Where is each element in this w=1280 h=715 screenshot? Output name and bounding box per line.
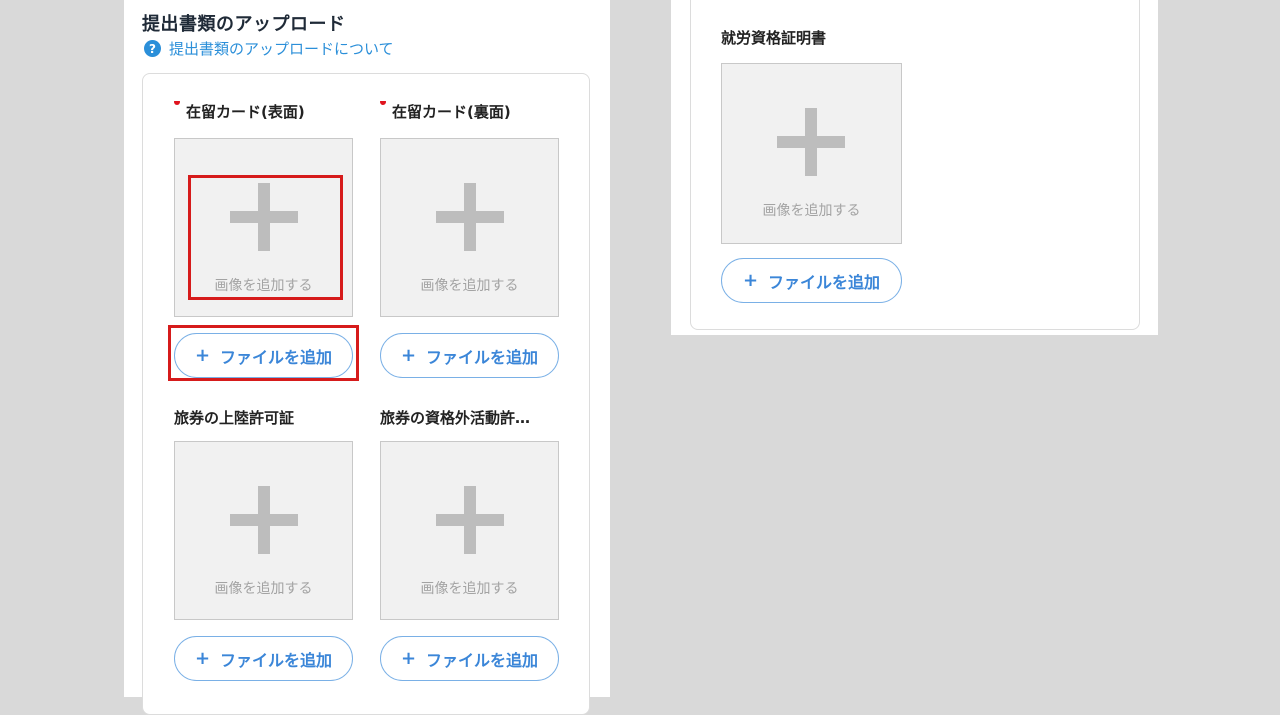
- dropzone-text: 画像を追加する: [214, 581, 313, 597]
- section-title: 提出書類のアップロード: [142, 14, 346, 35]
- dropzone-text: 画像を追加する: [214, 278, 313, 294]
- add-file-button[interactable]: + ファイルを追加: [380, 333, 559, 378]
- document-landing-permit: 旅券の上陸許可証 画像を追加する + ファイルを追加: [174, 407, 356, 681]
- document-label: 就労資格証明書: [721, 29, 827, 47]
- image-dropzone[interactable]: 画像を追加する: [174, 138, 353, 317]
- plus-icon: +: [194, 345, 211, 366]
- document-card: 在留カード(表面) 画像を追加する + ファイルを追加 在留カード(裏面) 画像…: [142, 73, 590, 715]
- image-dropzone[interactable]: 画像を追加する: [174, 441, 353, 620]
- plus-icon: +: [400, 648, 417, 669]
- plus-icon: +: [742, 270, 759, 291]
- document-label: 旅券の資格外活動許…: [380, 409, 531, 427]
- image-dropzone[interactable]: 画像を追加する: [380, 441, 559, 620]
- document-residence-card-front: 在留カード(表面) 画像を追加する + ファイルを追加: [174, 101, 356, 378]
- add-file-label: ファイルを追加: [768, 272, 881, 292]
- add-file-button[interactable]: + ファイルを追加: [380, 636, 559, 681]
- add-file-button[interactable]: + ファイルを追加: [174, 333, 353, 378]
- required-dot-icon: [380, 101, 386, 105]
- required-dot-icon: [174, 101, 180, 105]
- add-file-button[interactable]: + ファイルを追加: [721, 258, 902, 303]
- upload-panel-right: 就労資格証明書 画像を追加する + ファイルを追加: [671, 0, 1158, 335]
- document-label: 在留カード(裏面): [380, 101, 562, 123]
- image-dropzone[interactable]: 画像を追加する: [380, 138, 559, 317]
- image-dropzone[interactable]: 画像を追加する: [721, 63, 902, 244]
- document-label: 在留カード(表面): [174, 101, 356, 123]
- help-link[interactable]: ? 提出書類のアップロードについて: [144, 38, 394, 59]
- plus-icon: +: [194, 648, 211, 669]
- document-activity-permit: 旅券の資格外活動許… 画像を追加する + ファイルを追加: [380, 407, 562, 681]
- add-file-label: ファイルを追加: [220, 650, 333, 670]
- add-file-button[interactable]: + ファイルを追加: [174, 636, 353, 681]
- dropzone-text: 画像を追加する: [762, 203, 861, 219]
- add-file-label: ファイルを追加: [426, 650, 539, 670]
- help-link-label: 提出書類のアップロードについて: [169, 40, 394, 58]
- document-card: 就労資格証明書 画像を追加する + ファイルを追加: [690, 0, 1140, 330]
- document-work-qualification: 就労資格証明書 画像を追加する + ファイルを追加: [721, 27, 903, 303]
- add-file-label: ファイルを追加: [220, 347, 333, 367]
- upload-panel-left: 提出書類のアップロード ? 提出書類のアップロードについて 在留カード(表面) …: [124, 0, 610, 715]
- help-question-icon: ?: [144, 40, 161, 57]
- document-label: 旅券の上陸許可証: [174, 409, 295, 427]
- document-residence-card-back: 在留カード(裏面) 画像を追加する + ファイルを追加: [380, 101, 562, 378]
- add-file-label: ファイルを追加: [426, 347, 539, 367]
- dropzone-text: 画像を追加する: [420, 278, 519, 294]
- plus-icon: +: [400, 345, 417, 366]
- dropzone-text: 画像を追加する: [420, 581, 519, 597]
